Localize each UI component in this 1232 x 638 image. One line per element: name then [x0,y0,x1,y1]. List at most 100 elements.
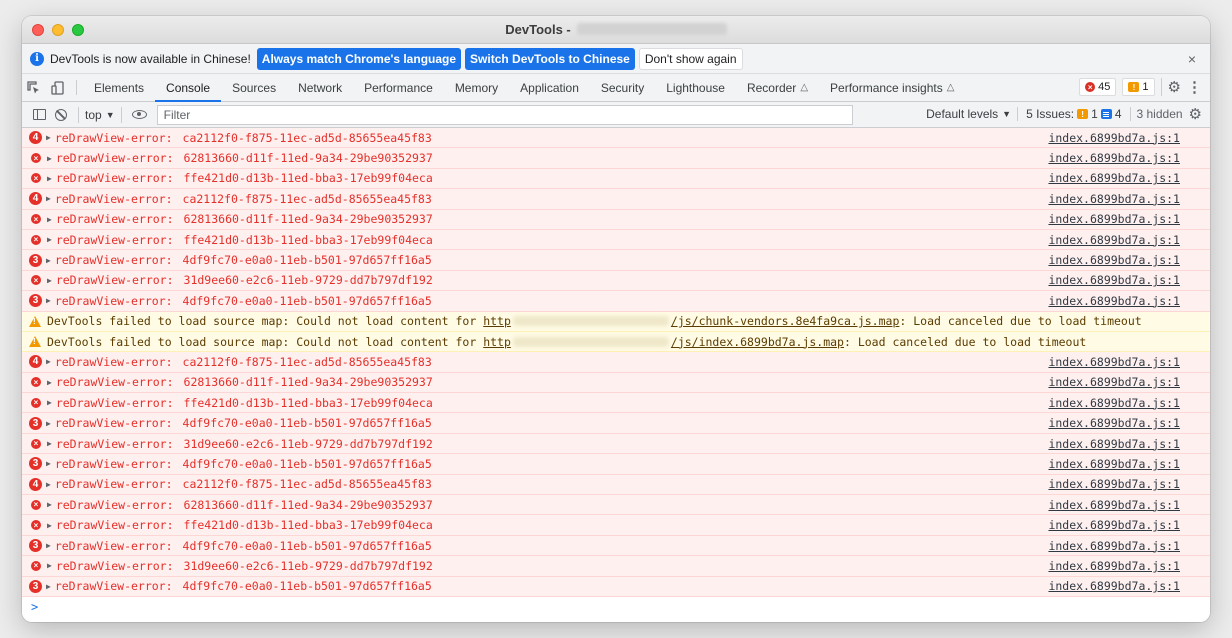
tab-performance-insights[interactable]: Performance insights △ [819,74,965,101]
source-map-link[interactable]: /js/index.6899bd7a.js.map [671,335,844,349]
console-error-message[interactable]: × ▶ reDrawView-error: ffe421d0-d13b-11ed-bb… [22,393,1210,414]
tab-performance[interactable]: Performance [353,74,444,101]
source-link[interactable]: index.6899bd7a.js:1 [1048,355,1180,369]
source-link[interactable]: index.6899bd7a.js:1 [1048,437,1180,451]
source-link[interactable]: index.6899bd7a.js:1 [1048,539,1180,553]
show-sidebar-icon[interactable] [28,109,50,120]
expand-caret-icon[interactable]: ▶ [46,459,51,468]
source-link[interactable]: index.6899bd7a.js:1 [1048,498,1180,512]
console-settings-gear-icon[interactable]: ⚙ [1189,105,1202,123]
expand-caret-icon[interactable]: ▶ [46,133,51,142]
console-error-message[interactable]: 3 ▶ reDrawView-error: 4df9fc70-e0a0-11eb-b5… [22,413,1210,434]
source-link[interactable]: index.6899bd7a.js:1 [1048,233,1180,247]
expand-caret-icon[interactable]: ▶ [47,521,52,530]
console-error-message[interactable]: 4 ▶ reDrawView-error: ca2112f0-f875-11ec-ad… [22,352,1210,373]
expand-caret-icon[interactable]: ▶ [46,256,51,265]
expand-caret-icon[interactable]: ▶ [47,378,52,387]
console-error-message[interactable]: 3 ▶ reDrawView-error: 4df9fc70-e0a0-11eb-b5… [22,454,1210,475]
source-link[interactable]: index.6899bd7a.js:1 [1048,212,1180,226]
more-options-icon[interactable]: ⋮ [1187,78,1202,96]
console-error-message[interactable]: × ▶ reDrawView-error: 62813660-d11f-11ed-9a… [22,495,1210,516]
tab-application[interactable]: Application [509,74,590,101]
source-link[interactable]: index.6899bd7a.js:1 [1048,457,1180,471]
expand-caret-icon[interactable]: ▶ [47,500,52,509]
console-error-message[interactable]: 3 ▶ reDrawView-error: 4df9fc70-e0a0-11eb-b5… [22,250,1210,271]
expand-caret-icon[interactable]: ▶ [46,194,51,203]
expand-caret-icon[interactable]: ▶ [47,235,52,244]
console-warning-message[interactable]: DevTools failed to load source map: Coul… [22,311,1210,332]
dont-show-again-button[interactable]: Don't show again [638,47,743,70]
issues-button[interactable]: 5 Issues: ! 1 4 [1017,107,1131,121]
source-link[interactable]: index.6899bd7a.js:1 [1048,192,1180,206]
expand-caret-icon[interactable]: ▶ [47,439,52,448]
console-error-message[interactable]: 3 ▶ reDrawView-error: 4df9fc70-e0a0-11eb-b5… [22,535,1210,557]
expand-caret-icon[interactable]: ▶ [46,296,51,305]
console-error-message[interactable]: × ▶ reDrawView-error: ffe421d0-d13b-11ed-bb… [22,229,1210,251]
expand-caret-icon[interactable]: ▶ [47,398,52,407]
source-map-link[interactable]: http [483,335,511,349]
warning-counts-button[interactable]: ! 1 [1122,78,1155,96]
console-error-message[interactable]: × ▶ reDrawView-error: ffe421d0-d13b-11ed-bb… [22,168,1210,190]
source-link[interactable]: index.6899bd7a.js:1 [1048,518,1180,532]
console-error-message[interactable]: × ▶ reDrawView-error: 62813660-d11f-11ed-9a… [22,209,1210,230]
source-map-link[interactable]: http [483,314,511,328]
tab-console[interactable]: Console [155,74,222,102]
source-link[interactable]: index.6899bd7a.js:1 [1048,253,1180,267]
expand-caret-icon[interactable]: ▶ [46,480,51,489]
filter-input[interactable] [156,104,853,125]
tab-recorder[interactable]: Recorder △ [736,74,819,101]
tab-label: Memory [454,80,499,95]
expand-caret-icon[interactable]: ▶ [47,174,52,183]
console-error-message[interactable]: × ▶ reDrawView-error: 62813660-d11f-11ed-9a… [22,148,1210,169]
settings-gear-icon[interactable]: ⚙ [1168,78,1181,96]
source-link[interactable]: index.6899bd7a.js:1 [1048,171,1180,185]
expand-caret-icon[interactable]: ▶ [46,541,51,550]
source-link[interactable]: index.6899bd7a.js:1 [1048,294,1180,308]
tab-network[interactable]: Network [287,74,353,101]
source-link[interactable]: index.6899bd7a.js:1 [1048,416,1180,430]
close-infobar-icon[interactable]: × [1188,51,1196,67]
device-toolbar-icon[interactable] [46,74,70,101]
console-error-message[interactable]: 3 ▶ reDrawView-error: 4df9fc70-e0a0-11eb-b5… [22,576,1210,597]
source-link[interactable]: index.6899bd7a.js:1 [1048,151,1180,165]
source-link[interactable]: index.6899bd7a.js:1 [1048,579,1180,593]
tab-elements[interactable]: Elements [83,74,155,101]
console-error-message[interactable]: 4 ▶ reDrawView-error: ca2112f0-f875-11ec-ad… [22,474,1210,496]
console-counts-button[interactable]: × 45 [1079,78,1117,96]
console-warning-message[interactable]: DevTools failed to load source map: Coul… [22,331,1210,353]
tab-sources[interactable]: Sources [221,74,287,101]
switch-to-chinese-button[interactable]: Switch DevTools to Chinese [465,47,635,70]
log-levels-dropdown[interactable]: Default levels ▼ [926,107,1011,121]
expand-caret-icon[interactable]: ▶ [46,582,51,591]
source-link[interactable]: index.6899bd7a.js:1 [1048,375,1180,389]
expand-caret-icon[interactable]: ▶ [47,561,52,570]
expand-caret-icon[interactable]: ▶ [47,276,52,285]
tab-memory[interactable]: Memory [444,74,509,101]
console-error-message[interactable]: × ▶ reDrawView-error: ffe421d0-d13b-11ed-bb… [22,515,1210,536]
source-map-link[interactable]: /js/chunk-vendors.8e4fa9ca.js.map [671,314,899,328]
console-error-message[interactable]: 4 ▶ reDrawView-error: ca2112f0-f875-11ec-ad… [22,189,1210,210]
source-link[interactable]: index.6899bd7a.js:1 [1048,559,1180,573]
console-error-message[interactable]: × ▶ reDrawView-error: 31d9ee60-e2c6-11eb-97… [22,270,1210,292]
expand-caret-icon[interactable]: ▶ [47,154,52,163]
expand-caret-icon[interactable]: ▶ [46,357,51,366]
expand-caret-icon[interactable]: ▶ [46,419,51,428]
tab-lighthouse[interactable]: Lighthouse [655,74,736,101]
source-link[interactable]: index.6899bd7a.js:1 [1048,273,1180,287]
console-error-message[interactable]: × ▶ reDrawView-error: 62813660-d11f-11ed-9a… [22,372,1210,394]
console-error-message[interactable]: × ▶ reDrawView-error: 31d9ee60-e2c6-11eb-97… [22,556,1210,577]
console-error-message[interactable]: 3 ▶ reDrawView-error: 4df9fc70-e0a0-11eb-b5… [22,291,1210,312]
console-prompt[interactable]: > [22,597,1210,617]
always-match-language-button[interactable]: Always match Chrome's language [256,47,462,70]
source-link[interactable]: index.6899bd7a.js:1 [1048,396,1180,410]
source-link[interactable]: index.6899bd7a.js:1 [1048,477,1180,491]
tab-security[interactable]: Security [590,74,655,101]
live-expression-eye-icon[interactable] [131,110,147,119]
source-link[interactable]: index.6899bd7a.js:1 [1048,131,1180,145]
inspect-element-icon[interactable] [22,74,46,101]
context-selector[interactable]: top ▼ [85,108,115,122]
clear-console-icon[interactable] [50,108,72,121]
console-error-message[interactable]: 4 ▶ reDrawView-error: ca2112f0-f875-11ec-ad… [22,128,1210,149]
console-error-message[interactable]: × ▶ reDrawView-error: 31d9ee60-e2c6-11eb-97… [22,433,1210,455]
expand-caret-icon[interactable]: ▶ [47,215,52,224]
